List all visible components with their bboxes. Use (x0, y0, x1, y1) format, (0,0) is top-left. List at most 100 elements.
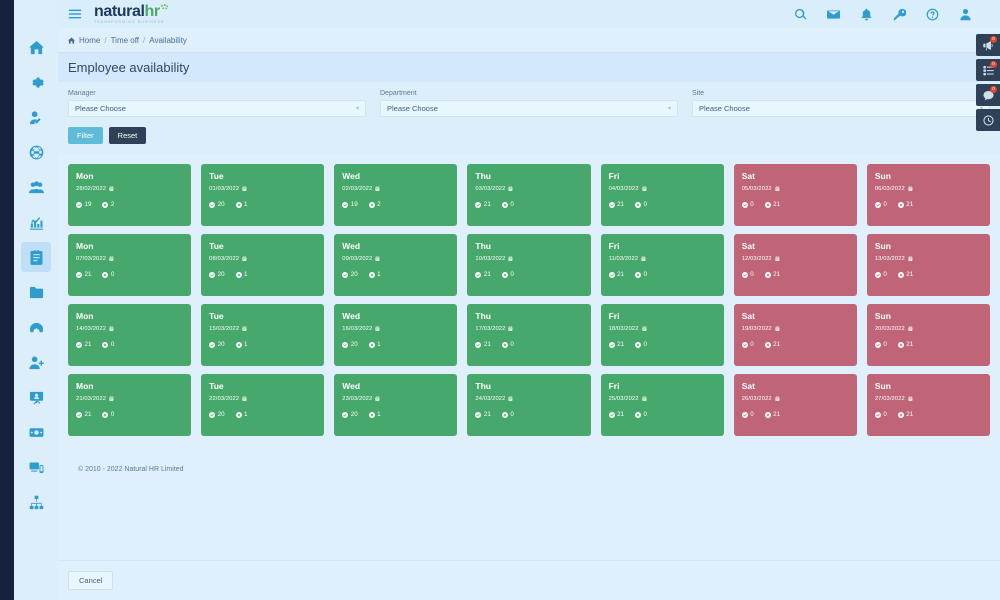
day-card[interactable]: Wed 02/03/2022 19 2 (334, 164, 458, 226)
unavailable-count-value: 1 (377, 341, 381, 348)
app-logo[interactable]: naturalhr TRANSFORMING BUSINESS (92, 3, 169, 25)
day-name: Fri (608, 311, 620, 321)
top-header: naturalhr TRANSFORMING BUSINESS (58, 0, 1000, 28)
day-card[interactable]: Sun 20/03/2022 0 21 (866, 304, 990, 366)
calendar-alt-icon (908, 186, 913, 192)
available-count: 0 (741, 341, 754, 348)
key-icon (893, 8, 906, 20)
day-card[interactable]: Tue 01/03/2022 20 1 (201, 164, 325, 226)
day-name: Tue (209, 311, 224, 321)
day-date-text: 18/03/2022 (608, 326, 639, 332)
day-card[interactable]: Thu 24/03/2022 21 0 (467, 374, 591, 436)
available-count-value: 21 (617, 341, 624, 348)
rail-clock-button[interactable] (976, 109, 1000, 131)
sidebar-item-time-off[interactable] (21, 242, 51, 272)
header-user-icon[interactable] (959, 8, 972, 21)
day-name: Fri (608, 171, 620, 181)
site-select[interactable]: Please Choose▾ (692, 100, 990, 117)
day-card[interactable]: Fri 25/03/2022 21 0 (600, 374, 724, 436)
reset-button[interactable]: Reset (108, 127, 147, 144)
day-counts: 21 0 (475, 411, 582, 418)
department-select[interactable]: Please Choose ▾ (380, 100, 678, 117)
sidebar-item-reports[interactable] (21, 207, 51, 237)
unavailable-count-value: 1 (377, 411, 381, 418)
check-circle-icon (874, 411, 881, 418)
rail-megaphone-button[interactable]: 0 (976, 34, 1000, 56)
sidebar-item-my-details[interactable] (21, 102, 51, 132)
day-card[interactable]: Sun 06/03/2022 0 21 (866, 164, 990, 226)
sidebar-item-training[interactable] (21, 382, 51, 412)
check-circle-icon (209, 271, 216, 278)
day-card[interactable]: Mon 14/03/2022 21 0 (68, 304, 192, 366)
sidebar-item-company[interactable] (21, 137, 51, 167)
breadcrumb-item-home[interactable]: Home (79, 36, 100, 45)
sidebar-item-payroll[interactable] (21, 417, 51, 447)
sidebar-item-documents[interactable] (21, 277, 51, 307)
day-card[interactable]: Mon 21/03/2022 21 0 (68, 374, 192, 436)
unavailable-count-value: 21 (773, 411, 781, 418)
logo-tagline: TRANSFORMING BUSINESS (94, 19, 165, 24)
day-card[interactable]: Fri 11/03/2022 21 0 (600, 234, 724, 296)
day-card[interactable]: Wed 23/03/2022 20 1 (334, 374, 458, 436)
day-card[interactable]: Thu 03/03/2022 21 0 (467, 164, 591, 226)
day-name: Thu (475, 171, 491, 181)
day-card[interactable]: Mon 07/03/2022 21 0 (68, 234, 192, 296)
times-circle-icon (102, 411, 109, 418)
filter-button[interactable]: Filter (68, 127, 103, 144)
sidebar-item-employees[interactable] (21, 172, 51, 202)
rail-chat-button[interactable]: 0 (976, 84, 1000, 106)
header-key-icon[interactable] (893, 8, 906, 21)
day-card[interactable]: Sat 12/03/2022 0 21 (733, 234, 857, 296)
day-card[interactable]: Wed 16/03/2022 20 1 (334, 304, 458, 366)
header-bell-icon[interactable] (860, 8, 873, 21)
day-name: Fri (608, 241, 620, 251)
day-card[interactable]: Tue 08/03/2022 20 1 (201, 234, 325, 296)
sidebar-item-org-chart[interactable] (21, 487, 51, 517)
day-date: 22/03/2022 (209, 395, 316, 403)
day-card[interactable]: Mon 28/02/2022 19 2 (68, 164, 192, 226)
unavailable-count-value: 21 (773, 271, 781, 278)
day-card[interactable]: Thu 10/03/2022 21 0 (467, 234, 591, 296)
header-help-icon[interactable] (926, 8, 939, 21)
unavailable-count-value: 0 (510, 341, 514, 348)
manager-select[interactable]: Please Choose ▾ (68, 100, 366, 117)
day-card[interactable]: Sun 13/03/2022 0 21 (866, 234, 990, 296)
day-card[interactable]: Tue 22/03/2022 20 1 (201, 374, 325, 436)
unavailable-count-value: 21 (773, 201, 781, 208)
day-card[interactable]: Sat 19/03/2022 0 21 (733, 304, 857, 366)
available-count: 20 (342, 341, 358, 348)
day-date-text: 01/03/2022 (209, 186, 240, 192)
cancel-button[interactable]: Cancel (68, 571, 114, 590)
day-card[interactable]: Sat 26/03/2022 0 21 (733, 374, 857, 436)
check-circle-icon (76, 271, 82, 278)
day-card[interactable]: Fri 18/03/2022 21 0 (600, 304, 724, 366)
sidebar-item-recruitment[interactable] (21, 347, 51, 377)
sidebar-item-assets[interactable] (21, 452, 51, 482)
header-search-icon[interactable] (794, 8, 807, 21)
day-card[interactable]: Sat 05/03/2022 0 21 (733, 164, 857, 226)
day-card[interactable]: Fri 04/03/2022 21 0 (600, 164, 724, 226)
breadcrumb-item-time-off[interactable]: Time off (111, 36, 139, 45)
breadcrumb-separator: / (104, 35, 107, 45)
sidebar-item-home[interactable] (21, 32, 51, 62)
day-name: Sat (741, 311, 755, 321)
available-count-value: 20 (217, 201, 225, 208)
rail-tasks-button[interactable]: 0 (976, 59, 1000, 81)
header-envelope-icon[interactable] (827, 8, 840, 21)
sidebar-item-settings[interactable] (21, 67, 51, 97)
day-card[interactable]: Thu 17/03/2022 21 0 (467, 304, 591, 366)
unavailable-count: 0 (501, 271, 514, 278)
hamburger-icon[interactable] (58, 7, 92, 21)
breadcrumb-item-availability[interactable]: Availability (149, 36, 187, 45)
day-card[interactable]: Sun 27/03/2022 0 21 (866, 374, 990, 436)
available-count: 20 (342, 271, 358, 278)
day-date: 07/03/2022 (76, 255, 183, 263)
calendar-alt-icon (375, 186, 380, 192)
day-name: Sun (874, 311, 891, 321)
sidebar-item-performance[interactable] (21, 312, 51, 342)
day-card[interactable]: Tue 15/03/2022 20 1 (201, 304, 325, 366)
unavailable-count: 1 (368, 411, 381, 418)
day-card[interactable]: Wed 09/03/2022 20 1 (334, 234, 458, 296)
day-date-text: 17/03/2022 (475, 326, 506, 332)
bell-icon (861, 8, 872, 20)
